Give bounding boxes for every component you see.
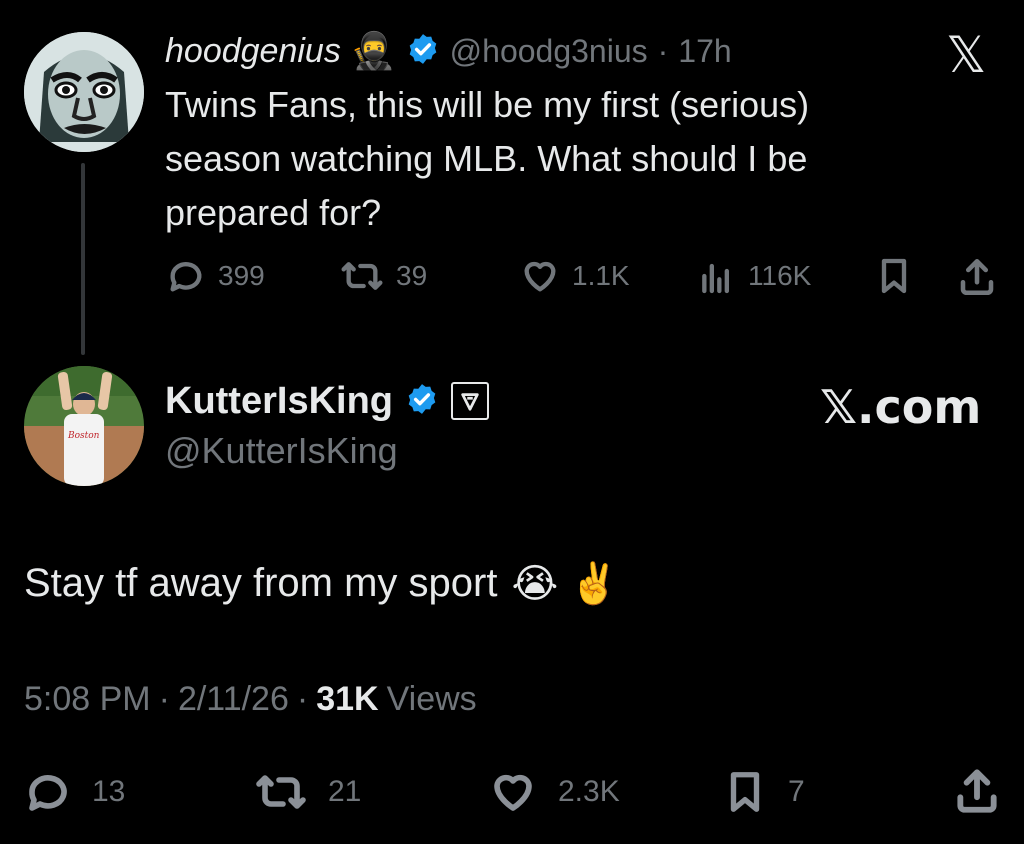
avatar-kutterisking[interactable]: Boston — [24, 366, 144, 486]
tweet-time[interactable]: 5:08 PM — [24, 680, 151, 719]
like-count: 1.1K — [572, 260, 630, 291]
bookmark-button[interactable]: 7 — [722, 768, 805, 816]
retweet-button[interactable]: 21 — [254, 768, 361, 816]
separator-dot: · — [657, 32, 669, 69]
handle[interactable]: @KutterIsKing — [165, 430, 398, 472]
display-name[interactable]: KutterIsKing — [165, 380, 393, 423]
reply-tweet-text: Stay tf away from my sport — [24, 561, 498, 605]
reply-button[interactable]: 13 — [24, 768, 125, 816]
reply-meta: 5:08 PM · 2/11/26 · 31K Views — [24, 680, 477, 719]
reply-icon — [29, 775, 67, 811]
avatar-pitcher-image: Boston — [24, 366, 144, 486]
views-button[interactable]: 116K — [696, 256, 811, 296]
affiliate-badge-icon[interactable] — [451, 382, 489, 420]
retweet-button[interactable]: 39 — [340, 256, 427, 296]
reply-count: 399 — [218, 260, 265, 291]
retweet-icon — [341, 262, 383, 290]
verified-badge-icon[interactable] — [405, 382, 439, 421]
reply-count: 13 — [92, 775, 126, 808]
retweet-count: 21 — [328, 775, 362, 808]
separator-dot: · — [158, 680, 170, 718]
x-logo-icon: 𝕏 — [946, 26, 987, 84]
retweet-count: 39 — [396, 260, 428, 291]
retweet-icon — [256, 775, 306, 809]
display-name[interactable]: hoodgenius — [165, 32, 341, 71]
timestamp[interactable]: 17h — [678, 33, 731, 70]
like-count: 2.3K — [558, 775, 620, 808]
views-icon — [702, 263, 729, 294]
share-icon — [960, 258, 994, 296]
reply-button[interactable]: 399 — [166, 256, 265, 296]
verified-badge-icon[interactable] — [406, 32, 440, 71]
handle[interactable]: @hoodg3nius — [450, 33, 648, 70]
heart-icon — [494, 774, 532, 811]
original-tweet-text: Twins Fans, this will be my first (serio… — [165, 84, 810, 233]
share-icon — [957, 769, 997, 813]
ninja-emoji: 🥷 — [350, 30, 396, 71]
share-button[interactable] — [952, 766, 1002, 816]
avatar-hoodgenius[interactable] — [24, 32, 144, 152]
separator-dot: · — [296, 680, 309, 718]
avatar-face-image — [24, 32, 144, 152]
views-label: Views — [386, 680, 477, 718]
thread-connector-line — [81, 163, 85, 355]
bookmark-icon — [881, 258, 907, 294]
like-button[interactable]: 1.1K — [520, 256, 630, 296]
like-button[interactable]: 2.3K — [488, 768, 620, 816]
crying-peace-emoji: 😭 ✌️ — [511, 561, 620, 606]
views-count: 31K — [316, 680, 379, 718]
reply-icon — [170, 262, 202, 292]
svg-text:Boston: Boston — [67, 431, 100, 441]
tweet-date[interactable]: 2/11/26 — [178, 680, 289, 719]
reply-tweet-header: KutterIsKing — [165, 376, 489, 426]
share-button[interactable] — [956, 256, 998, 298]
original-tweet-header: hoodgenius 🥷 @hoodg3nius · 17h — [165, 26, 732, 76]
bookmark-count: 7 — [788, 775, 805, 808]
reply-tweet-text-row: Stay tf away from my sport 😭 ✌️ — [24, 556, 619, 610]
x-com-watermark: 𝕏.com — [820, 380, 982, 434]
heart-icon — [524, 261, 556, 292]
views-count: 116K — [748, 260, 812, 291]
bookmark-button[interactable] — [874, 256, 914, 296]
bookmark-icon — [730, 772, 760, 812]
